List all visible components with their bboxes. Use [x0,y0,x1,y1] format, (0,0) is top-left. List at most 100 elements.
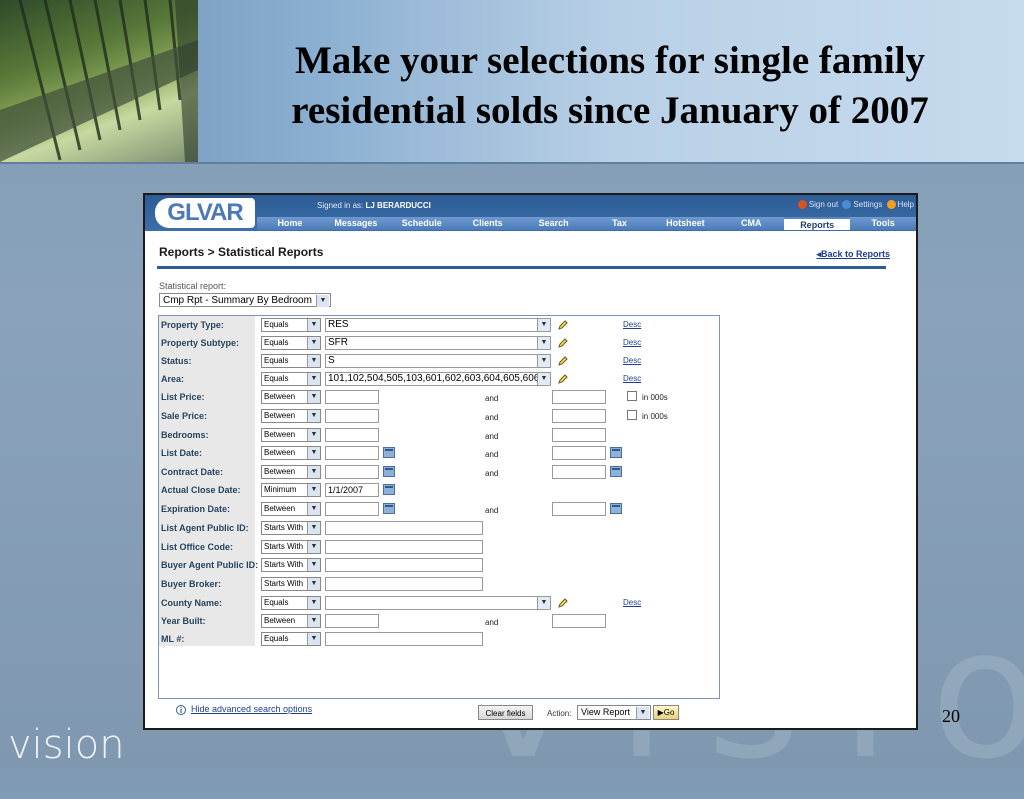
nav-schedule[interactable]: Schedule [389,217,455,230]
help-link[interactable]: Help [898,200,914,209]
calendar-icon[interactable] [610,447,622,458]
operator-select[interactable]: Equals ▼ [261,372,321,386]
and-label: and [485,413,499,422]
hide-advanced-search-link[interactable]: Hide advanced search options [191,704,312,714]
action-select[interactable]: View Report ▼ [577,705,651,720]
back-to-reports-label: Back to Reports [820,249,890,259]
from-input[interactable] [325,614,379,628]
operator-select[interactable]: Starts With ▼ [261,540,321,554]
back-to-reports-link[interactable]: ◂Back to Reports [816,249,890,260]
pencil-icon[interactable] [557,337,569,349]
operator-select[interactable]: Equals ▼ [261,318,321,332]
calendar-icon[interactable] [610,466,622,477]
in-000s-checkbox[interactable] [627,391,637,401]
criteria-row: ML #: Equals ▼ [159,632,719,648]
operator-select[interactable]: Between ▼ [261,390,321,404]
in-000s-label: in 000s [642,393,668,402]
nav-tax[interactable]: Tax [587,217,653,230]
text-input[interactable] [325,577,483,591]
operator-select[interactable]: Equals ▼ [261,632,321,646]
nav-reports[interactable]: Reports [784,217,851,230]
settings-link[interactable]: Settings [853,200,882,209]
operator-select[interactable]: Starts With ▼ [261,521,321,535]
from-input[interactable] [325,390,379,404]
calendar-icon[interactable] [383,484,395,495]
pencil-icon[interactable] [557,319,569,331]
operator-select[interactable]: Between ▼ [261,465,321,479]
to-input[interactable] [552,502,606,516]
desc-link[interactable]: Desc [623,598,641,607]
to-input[interactable] [552,446,606,460]
from-input[interactable] [325,446,379,460]
value-text: SFR [328,337,348,348]
calendar-icon[interactable] [383,447,395,458]
operator-select[interactable]: Between ▼ [261,614,321,628]
chevron-down-icon: ▼ [307,559,320,571]
nav-tools[interactable]: Tools [850,217,916,230]
bridge-photo [0,0,198,162]
operator-select[interactable]: Minimum ▼ [261,483,321,497]
nav-search[interactable]: Search [521,217,587,230]
operator-select[interactable]: Between ▼ [261,409,321,423]
operator-select[interactable]: Starts With ▼ [261,577,321,591]
to-input[interactable] [552,614,606,628]
criteria-label: County Name: [161,598,223,608]
operator-select[interactable]: Between ▼ [261,428,321,442]
chevron-down-icon: ▼ [307,337,320,349]
pencil-icon[interactable] [557,373,569,385]
operator-select[interactable]: Starts With ▼ [261,558,321,572]
calendar-icon[interactable] [383,503,395,514]
in-000s-checkbox[interactable] [627,410,637,420]
criteria-label: Property Type: [161,320,224,330]
value-select[interactable]: RES ▼ [325,318,551,332]
value-select[interactable]: S ▼ [325,354,551,368]
from-input[interactable] [325,428,379,442]
text-input[interactable] [325,632,483,646]
clear-fields-button[interactable]: Clear fields [478,705,533,720]
calendar-icon[interactable] [610,503,622,514]
to-input[interactable] [552,428,606,442]
from-input[interactable]: 1/1/2007 [325,483,379,497]
sign-out-link[interactable]: Sign out [809,200,838,209]
desc-link[interactable]: Desc [623,374,641,383]
pencil-icon[interactable] [557,597,569,609]
nav-hotsheet[interactable]: Hotsheet [652,217,718,230]
operator-select[interactable]: Between ▼ [261,446,321,460]
to-input[interactable] [552,390,606,404]
operator-select[interactable]: Between ▼ [261,502,321,516]
criteria-row: Buyer Agent Public ID: Starts With ▼ [159,558,719,574]
nav-messages[interactable]: Messages [323,217,389,230]
text-input[interactable] [325,521,483,535]
nav-cma[interactable]: CMA [718,217,784,230]
operator-select[interactable]: Equals ▼ [261,354,321,368]
statistical-report-select[interactable]: Cmp Rpt - Summary By Bedroom ▼ [159,293,331,307]
to-input[interactable] [552,409,606,423]
operator-select[interactable]: Equals ▼ [261,596,321,610]
statistical-report-label: Statistical report: [159,281,227,291]
from-input[interactable] [325,502,379,516]
text-input[interactable] [325,558,483,572]
desc-link[interactable]: Desc [623,338,641,347]
calendar-icon[interactable] [383,466,395,477]
criteria-label: List Date: [161,448,203,458]
operator-value: Starts With [264,579,304,588]
operator-select[interactable]: Equals ▼ [261,336,321,350]
value-select[interactable]: 101,102,504,505,103,601,602,603,604,605,… [325,372,551,386]
from-input[interactable] [325,409,379,423]
value-select[interactable]: ▼ [325,596,551,610]
nav-home[interactable]: Home [257,217,323,230]
value-select[interactable]: SFR ▼ [325,336,551,350]
nav-clients[interactable]: Clients [455,217,521,230]
text-input[interactable] [325,540,483,554]
signed-in-label: Signed in as: [317,201,364,210]
glvar-logo[interactable]: GLVAR [155,198,255,228]
criteria-row: Expiration Date: Between ▼ and [159,502,719,518]
go-button[interactable]: ▶Go [653,705,679,720]
from-input[interactable] [325,465,379,479]
to-input[interactable] [552,465,606,479]
statistical-report-value: Cmp Rpt - Summary By Bedroom [163,295,312,306]
chevron-down-icon: ▼ [307,484,320,496]
desc-link[interactable]: Desc [623,356,641,365]
desc-link[interactable]: Desc [623,320,641,329]
pencil-icon[interactable] [557,355,569,367]
